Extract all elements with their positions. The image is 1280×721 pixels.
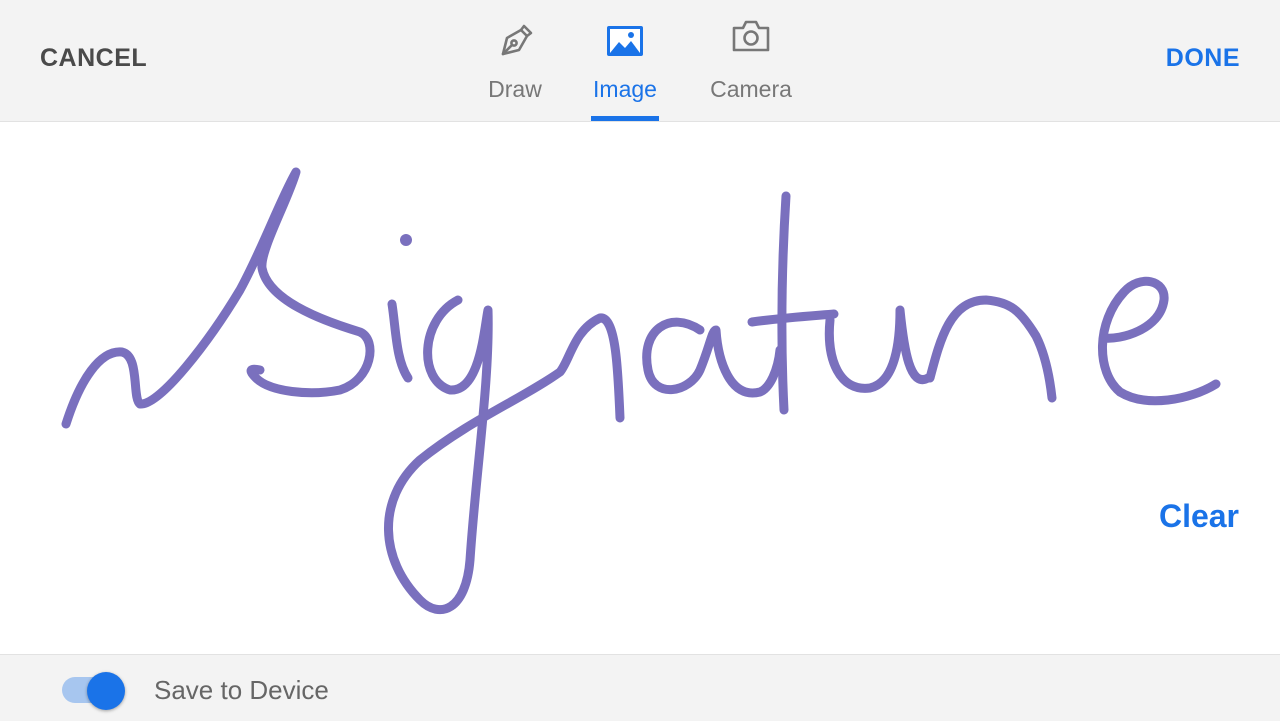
tab-image-label: Image [593,76,657,102]
cancel-button[interactable]: CANCEL [40,44,147,73]
save-to-device-toggle[interactable] [62,672,126,710]
tab-camera[interactable]: Camera [706,0,796,121]
toggle-thumb [87,672,125,710]
camera-icon [730,16,772,61]
top-toolbar: CANCEL Draw Image Camera DONE [0,0,1280,122]
signature-canvas[interactable]: Clear [0,122,1280,654]
tab-image[interactable]: Image [591,0,659,121]
tab-draw-label: Draw [488,76,542,102]
bottom-bar: Save to Device [0,654,1280,721]
pen-icon [495,20,535,65]
tab-draw[interactable]: Draw [484,0,546,121]
done-button[interactable]: DONE [1166,44,1240,73]
image-icon [604,20,646,65]
tab-camera-label: Camera [710,76,792,102]
signature-image [61,167,1221,614]
active-tab-indicator [591,116,659,121]
save-to-device-label: Save to Device [154,675,329,705]
clear-button[interactable]: Clear [1159,498,1239,535]
